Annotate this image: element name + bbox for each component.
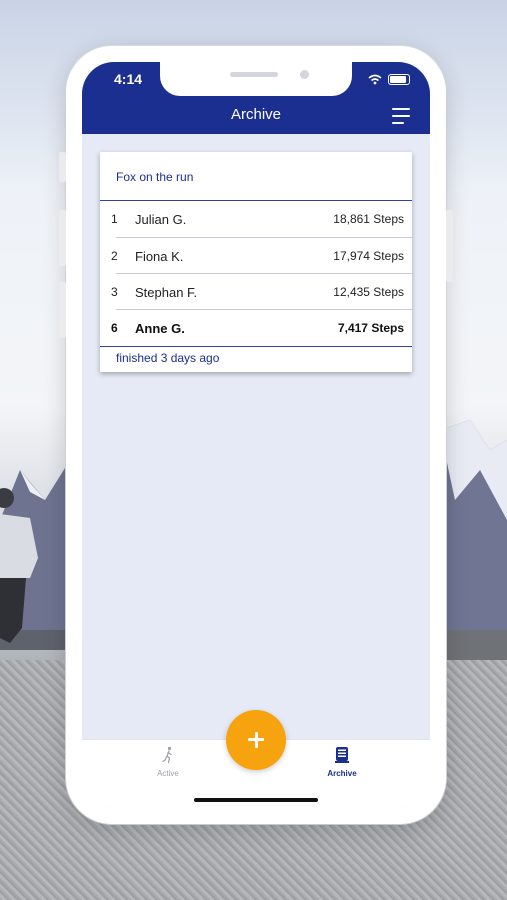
ranking-row-current-user: 6 Anne G. 7,417 Steps (100, 310, 412, 346)
participant-name: Stephan F. (135, 284, 198, 300)
speaker-grille (230, 72, 278, 77)
participant-name: Julian G. (135, 211, 187, 227)
home-indicator (194, 798, 318, 802)
phone-side-button (59, 282, 66, 338)
page-title: Archive (230, 106, 282, 123)
step-count: 7,417 Steps (337, 321, 404, 335)
tab-active-label: Active (157, 769, 179, 778)
status-time: 4:14 (114, 71, 143, 87)
battery-icon (388, 73, 410, 85)
app-screen: 4:14 Archive Fox on the run 1 Julian G. … (82, 62, 430, 808)
app-header: 4:14 Archive (82, 62, 430, 134)
rank-number: 1 (111, 212, 118, 226)
rank-number: 6 (111, 321, 118, 335)
phone-side-button (59, 152, 66, 182)
challenge-title: Fox on the run (116, 170, 194, 184)
step-count: 17,974 Steps (333, 249, 404, 263)
participant-name: Anne G. (135, 320, 185, 336)
phone-side-button (446, 210, 453, 282)
camera-dot (300, 70, 309, 79)
rank-number: 3 (111, 285, 118, 299)
ranking-row: 1 Julian G. 18,861 Steps (100, 201, 412, 237)
ranking-row: 2 Fiona K. 17,974 Steps (100, 238, 412, 274)
ranking-row: 3 Stephan F. 12,435 Steps (100, 274, 412, 310)
participant-name: Fiona K. (135, 248, 184, 264)
runner-icon (162, 746, 172, 764)
challenge-card[interactable]: Fox on the run 1 Julian G. 18,861 Steps … (100, 152, 412, 372)
phone-notch (160, 62, 352, 96)
finished-status: finished 3 days ago (116, 351, 220, 365)
tab-active[interactable]: Active (128, 746, 208, 778)
tab-archive-label: Archive (327, 769, 357, 778)
hamburger-icon[interactable] (392, 108, 410, 124)
step-count: 12,435 Steps (333, 285, 404, 299)
status-icons (368, 72, 410, 86)
rank-number: 2 (111, 249, 118, 263)
phone-side-button (59, 210, 66, 266)
archive-box-icon (335, 747, 349, 763)
divider (100, 346, 412, 347)
tab-archive[interactable]: Archive (302, 746, 382, 778)
step-count: 18,861 Steps (333, 212, 404, 226)
add-challenge-button[interactable] (226, 710, 286, 770)
phone-frame: 4:14 Archive Fox on the run 1 Julian G. … (59, 46, 453, 824)
wifi-icon (368, 74, 382, 84)
background-runner (0, 488, 38, 643)
